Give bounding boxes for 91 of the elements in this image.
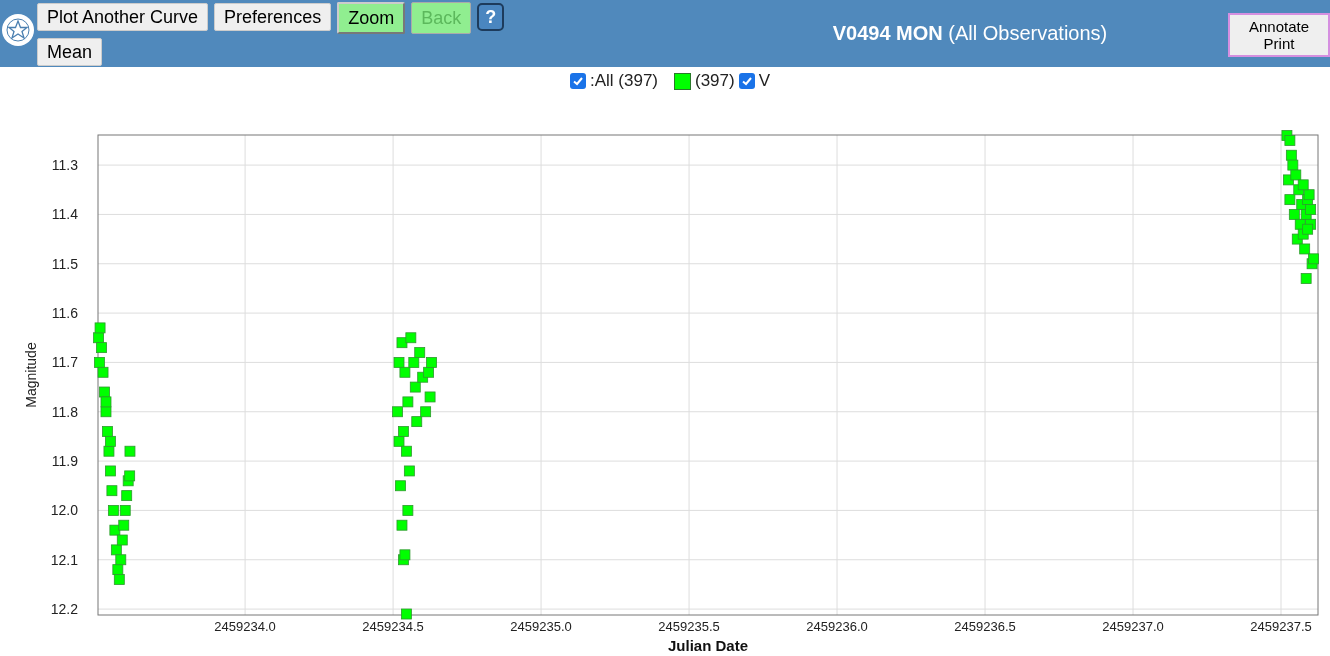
x-tick-label: 2459234.0 xyxy=(214,619,276,634)
data-point xyxy=(403,465,415,477)
data-point xyxy=(105,435,116,447)
data-point xyxy=(392,406,403,418)
data-point xyxy=(399,366,411,378)
data-point xyxy=(401,608,412,620)
data-point xyxy=(100,396,112,408)
data-point xyxy=(94,322,106,334)
data-point xyxy=(1302,223,1314,235)
data-point xyxy=(405,332,417,344)
y-tick-label: 11.3 xyxy=(51,157,78,174)
data-point xyxy=(97,366,109,378)
data-point xyxy=(1284,194,1296,205)
data-point xyxy=(1284,135,1296,146)
y-tick-label: 11.4 xyxy=(51,206,78,223)
x-axis-label: Julian Date xyxy=(668,637,748,654)
data-point xyxy=(414,347,426,358)
y-tick-label: 11.5 xyxy=(51,255,78,272)
data-point xyxy=(103,445,115,457)
chart-title: V0494 MON (All Observations) xyxy=(831,22,1109,45)
data-point xyxy=(112,564,124,575)
x-tick-label: 2459237.5 xyxy=(1250,619,1312,634)
data-point xyxy=(393,435,405,447)
y-tick-label: 11.6 xyxy=(51,305,78,322)
x-tick-label: 2459237.0 xyxy=(1102,619,1164,634)
data-point xyxy=(411,416,423,427)
data-point xyxy=(115,554,127,566)
toolbar-button[interactable]: Zoom xyxy=(337,2,406,34)
y-tick-label: 11.8 xyxy=(51,403,78,420)
data-point xyxy=(409,381,421,393)
data-point xyxy=(1308,253,1319,265)
data-point xyxy=(121,490,133,501)
toolbar-button[interactable]: Preferences xyxy=(214,3,332,31)
x-tick-label: 2459235.0 xyxy=(510,619,572,634)
data-point xyxy=(106,485,118,497)
data-point xyxy=(99,386,110,398)
data-point xyxy=(399,549,411,561)
x-tick-label: 2459236.0 xyxy=(806,619,868,634)
data-point xyxy=(408,357,420,368)
data-point xyxy=(1288,209,1300,220)
y-tick-label: 12.0 xyxy=(50,502,78,519)
data-point xyxy=(116,534,128,546)
x-tick-label: 2459235.5 xyxy=(658,619,720,634)
data-point xyxy=(108,505,119,516)
data-point xyxy=(118,519,130,531)
data-point xyxy=(110,544,122,556)
y-tick-label: 11.7 xyxy=(51,354,78,371)
data-point xyxy=(1300,273,1312,284)
data-point xyxy=(1303,189,1315,201)
data-point xyxy=(402,505,414,516)
data-point xyxy=(395,480,406,492)
legend-label: :All (397) xyxy=(589,71,658,91)
data-point xyxy=(1290,169,1302,181)
x-tick-label: 2459236.5 xyxy=(954,619,1016,634)
data-point xyxy=(105,465,116,477)
data-point xyxy=(94,357,105,368)
data-point xyxy=(402,396,414,408)
data-point xyxy=(426,357,437,368)
data-point xyxy=(96,342,107,353)
data-point xyxy=(423,366,434,378)
data-point xyxy=(1299,243,1311,255)
y-tick-label: 12.1 xyxy=(50,551,78,568)
data-point xyxy=(124,445,136,457)
y-axis-label: Magnitude xyxy=(23,342,39,408)
data-point xyxy=(124,470,136,482)
data-point xyxy=(393,357,405,368)
data-point xyxy=(102,426,113,437)
toolbar-button[interactable]: ? xyxy=(477,3,505,31)
data-point xyxy=(1297,179,1309,191)
data-point xyxy=(1305,204,1316,215)
data-point xyxy=(396,337,408,349)
data-point xyxy=(109,524,121,536)
data-point xyxy=(424,391,436,403)
y-tick-label: 12.2 xyxy=(50,601,78,618)
checkbox[interactable] xyxy=(738,73,755,89)
toolbar-button[interactable]: Plot Another Curve xyxy=(37,3,209,31)
y-tick-label: 11.9 xyxy=(51,453,78,470)
data-point xyxy=(1287,159,1299,171)
data-point xyxy=(401,445,412,457)
legend-label: (397) xyxy=(695,71,735,91)
data-point xyxy=(398,426,409,437)
x-tick-label: 2459234.5 xyxy=(362,619,424,634)
data-point xyxy=(100,406,112,418)
checkbox[interactable] xyxy=(569,73,586,89)
data-point xyxy=(420,406,432,418)
annotate-print-button[interactable]: Annotate Print xyxy=(1228,13,1330,57)
data-point xyxy=(396,519,408,531)
data-point xyxy=(119,505,131,516)
legend-label: V xyxy=(758,71,771,91)
toolbar-button[interactable]: Mean xyxy=(37,38,103,66)
data-point xyxy=(113,574,125,585)
